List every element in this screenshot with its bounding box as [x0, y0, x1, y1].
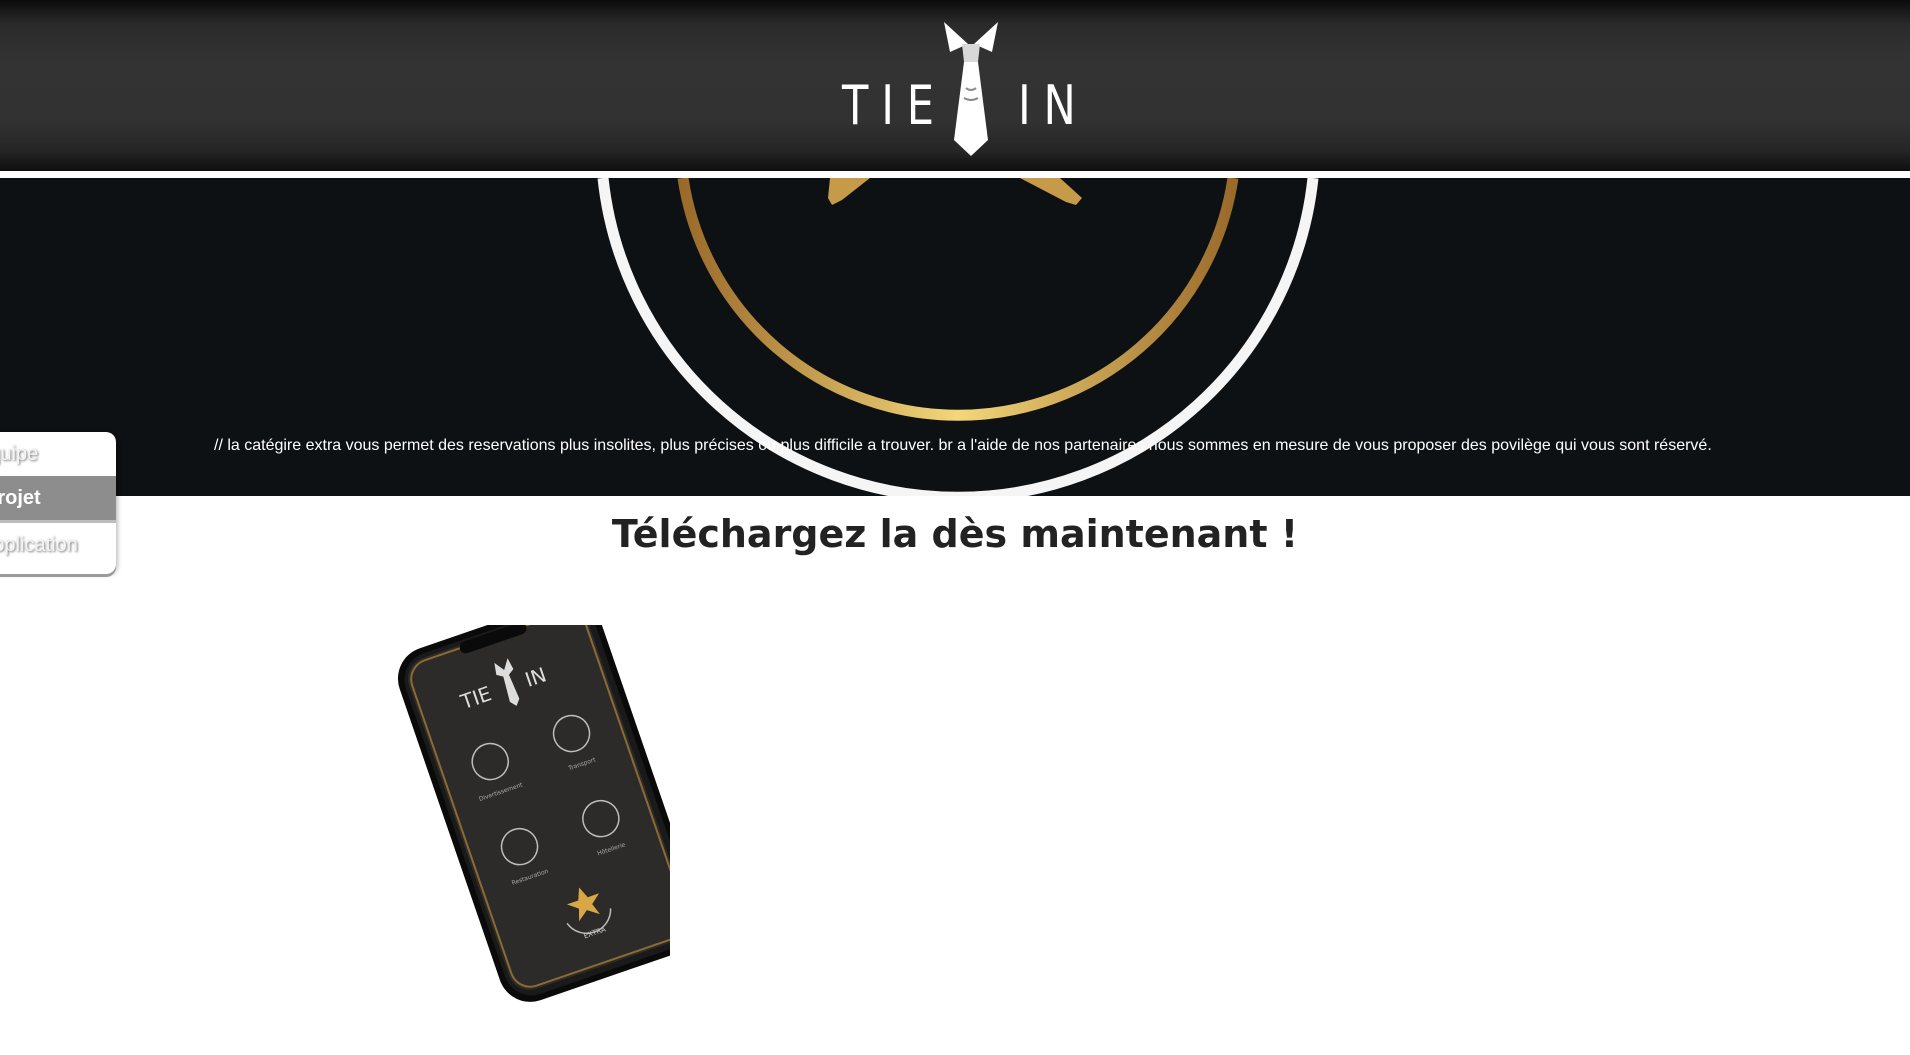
phone-mockup: TIE IN Divertissement Transport Restaura…: [380, 598, 703, 1015]
site-header: TIE IN: [0, 0, 1910, 171]
extra-category-description: // la catégire extra vous permet des res…: [214, 437, 1712, 454]
phone-mockup-graphic: TIE IN Divertissement Transport Restaura…: [397, 598, 703, 1002]
side-nav-item-label: Projet: [0, 487, 41, 509]
tie-icon: [944, 22, 998, 156]
side-nav-item-equipe[interactable]: Equipe: [0, 432, 116, 476]
hero-banner: // la catégire extra vous permet des res…: [0, 178, 1910, 496]
tie-in-logo[interactable]: TIE IN: [830, 14, 1090, 158]
download-heading: Téléchargez la dès maintenant !: [611, 512, 1299, 556]
logo-text-in: IN: [1018, 74, 1089, 137]
logo-text-tie: TIE: [842, 74, 947, 137]
side-nav-item-label: Equipe: [0, 443, 39, 465]
